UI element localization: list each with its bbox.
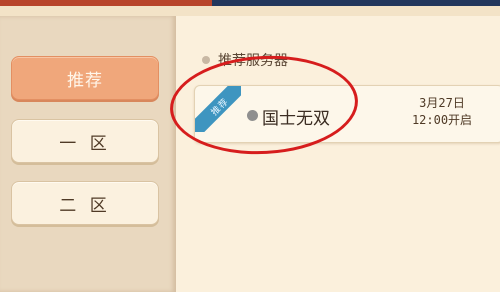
section-title: 推荐服务器	[218, 53, 288, 69]
section-header: 推荐服务器	[202, 50, 288, 70]
sidebar-item-zone-2[interactable]: 二 区	[11, 181, 159, 225]
server-zone-sidebar: 推荐 一 区 二 区	[0, 16, 176, 292]
sidebar-item-recommended[interactable]: 推荐	[11, 56, 159, 100]
open-time: 12:00开启	[411, 113, 473, 127]
recommend-ribbon: 推荐	[195, 86, 241, 132]
sidebar-item-zone-1[interactable]: 一 区	[11, 119, 159, 163]
open-date: 3月27日	[419, 96, 465, 110]
server-list-panel: 推荐服务器 推荐 国士无双 3月27日 12:00开启	[176, 16, 500, 292]
sidebar-item-label: 一 区	[59, 133, 111, 154]
server-open-time: 3月27日 12:00开启	[407, 95, 477, 129]
sidebar-item-label: 推荐	[67, 70, 103, 91]
status-dot-icon	[247, 110, 258, 121]
server-card[interactable]: 推荐 国士无双 3月27日 12:00开启	[194, 85, 500, 143]
sidebar-item-label: 二 区	[59, 195, 111, 216]
server-name: 国士无双	[262, 109, 330, 129]
bullet-icon	[202, 56, 210, 64]
ribbon-label: 推荐	[209, 96, 231, 118]
